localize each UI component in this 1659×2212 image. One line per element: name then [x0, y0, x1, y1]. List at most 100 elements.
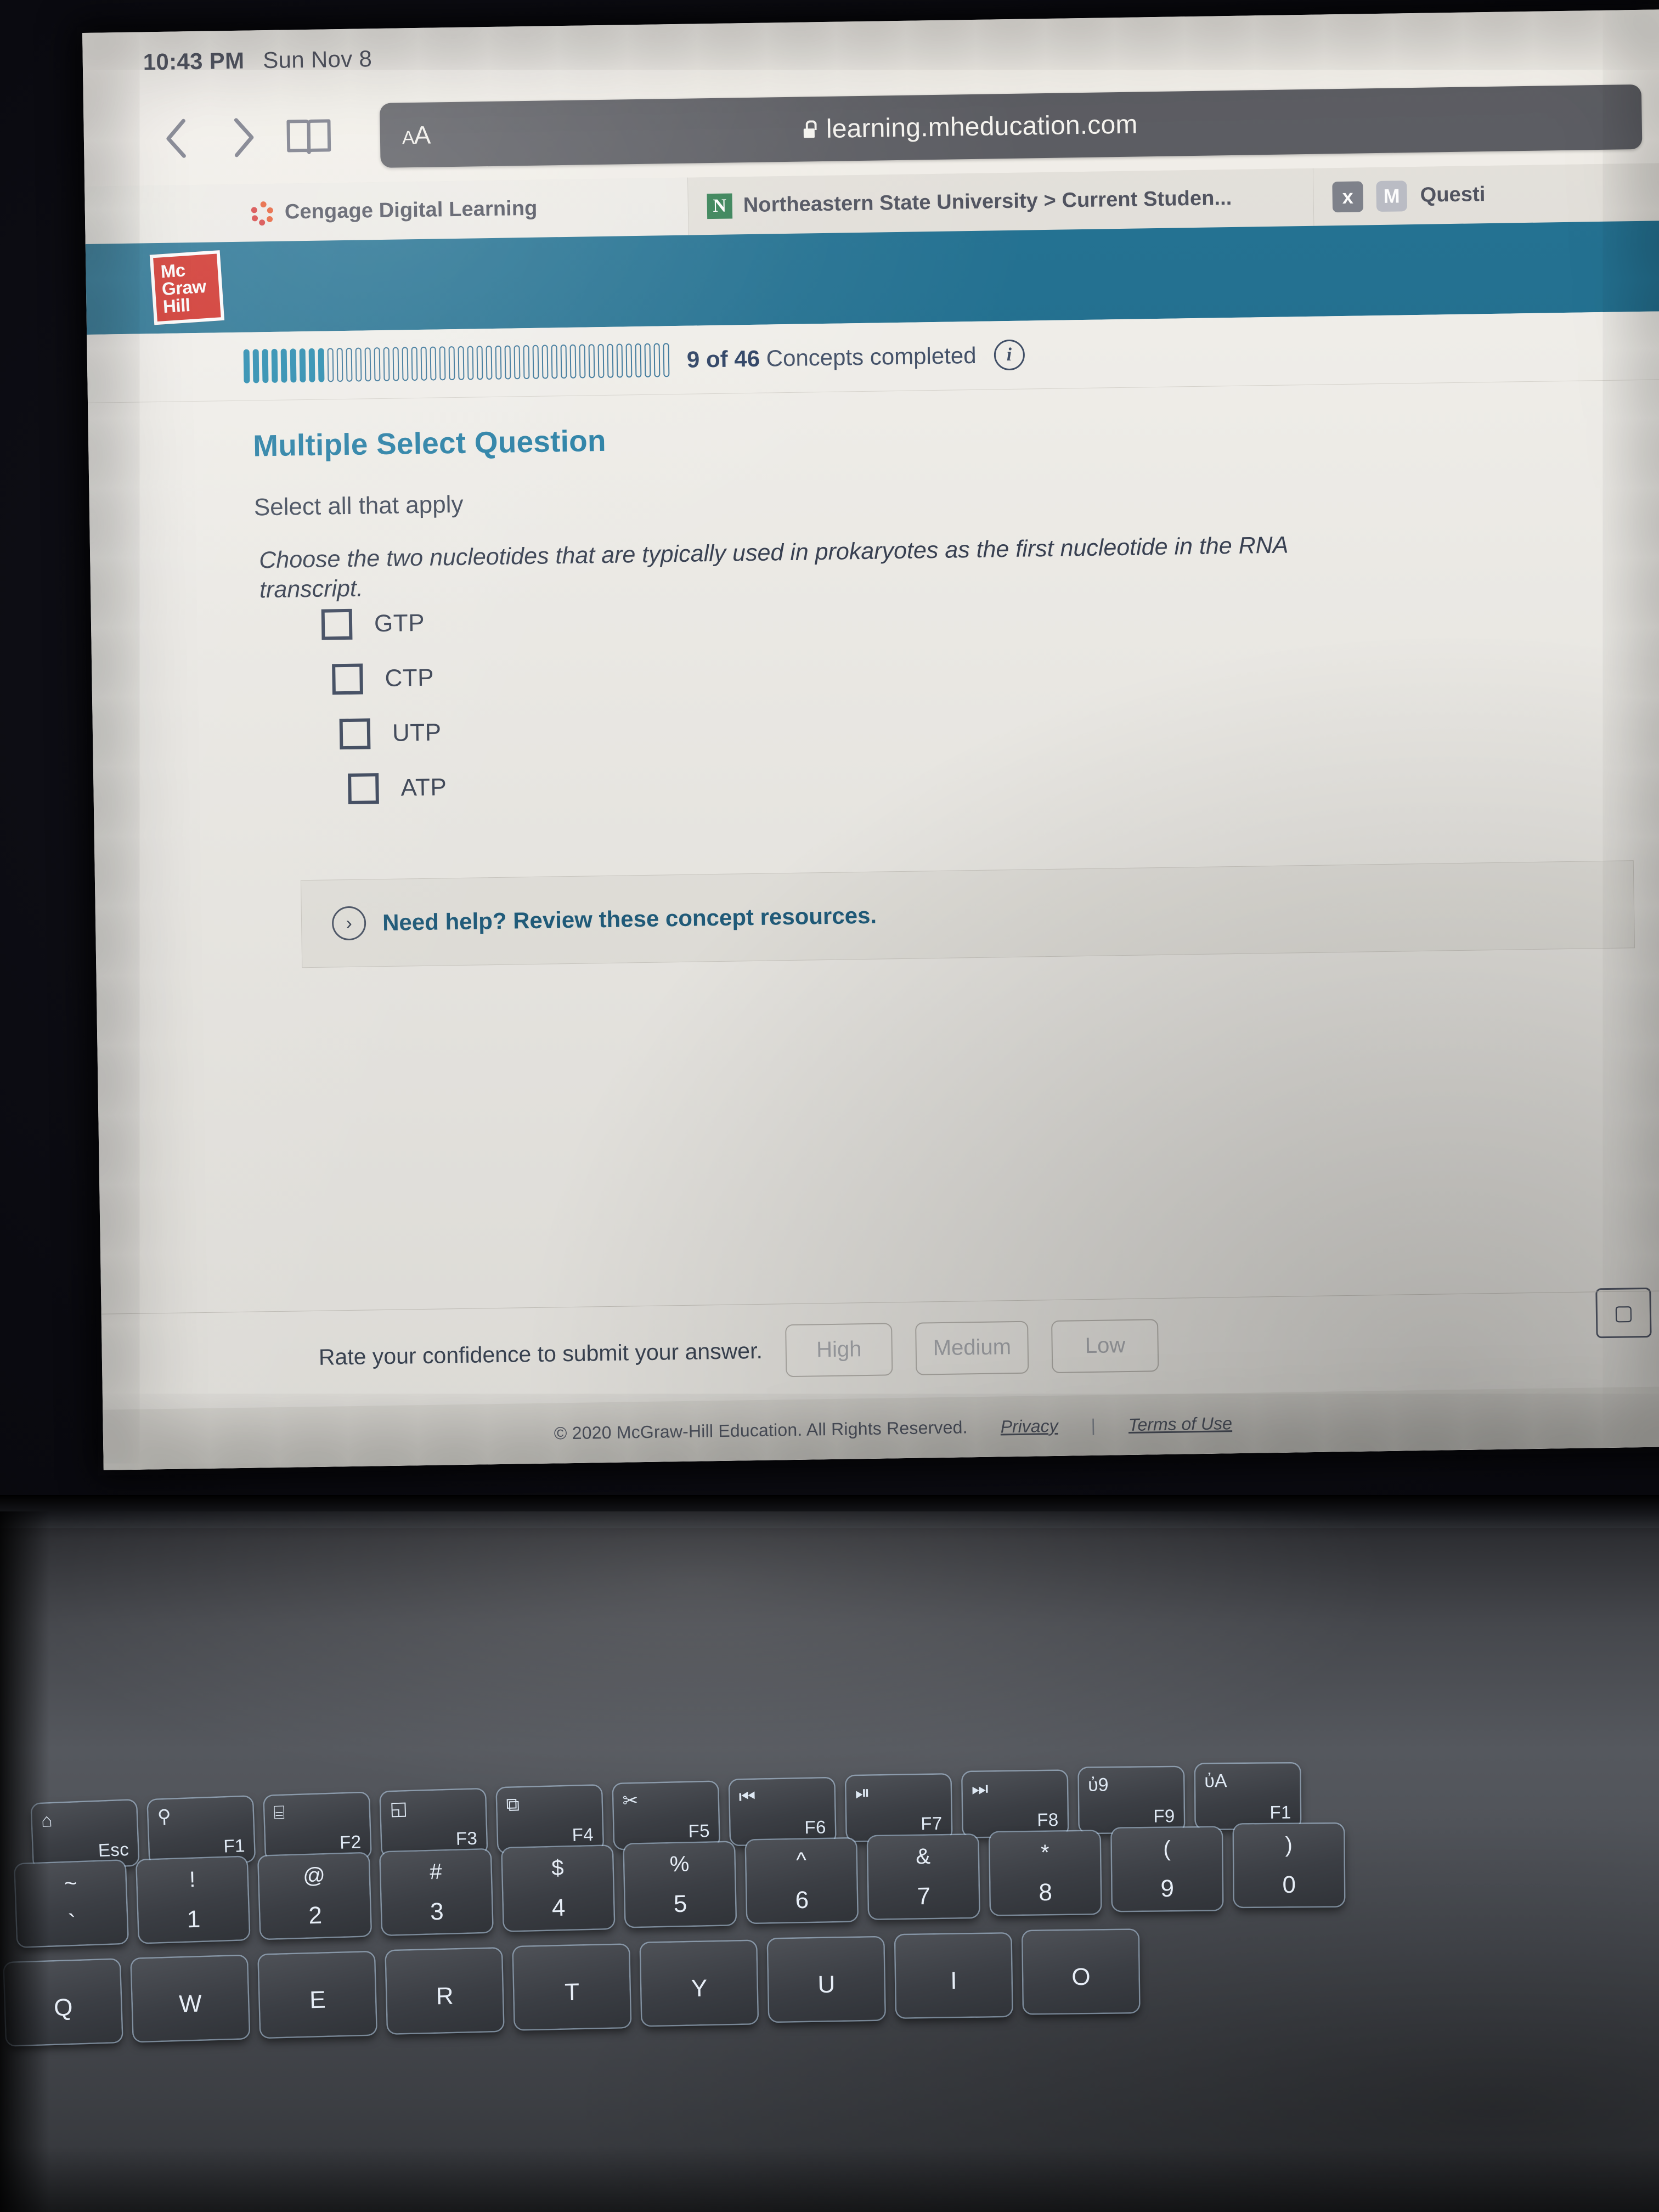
progress-tick-empty — [514, 345, 521, 380]
progress-tick-empty — [597, 343, 605, 379]
key-shift-label: & — [915, 1844, 931, 1869]
key-6[interactable]: ^ 6 — [746, 1838, 857, 1923]
key-shift-label: ! — [189, 1867, 196, 1892]
key-w[interactable]: W — [131, 1955, 249, 2042]
address-bar[interactable]: AA learning.mheducation.com — [379, 84, 1643, 168]
tab-northeastern[interactable]: N Northeastern State University > Curren… — [688, 168, 1314, 235]
key-f4[interactable]: ⧉ F4 — [496, 1785, 603, 1853]
privacy-link[interactable]: Privacy — [1000, 1415, 1058, 1437]
checkbox-utp[interactable] — [339, 718, 371, 750]
progress-tick-empty — [392, 347, 399, 381]
info-circle-icon[interactable]: i — [994, 339, 1025, 371]
key-label: 1 — [186, 1905, 201, 1933]
progress-tick-empty — [346, 347, 353, 382]
key-u[interactable]: U — [768, 1937, 885, 2022]
key-3[interactable]: #3 — [380, 1849, 493, 1935]
progress-tick-empty — [495, 345, 502, 380]
key-0[interactable]: ) 0 — [1233, 1824, 1345, 1907]
checkbox-atp[interactable] — [348, 773, 379, 804]
status-bar-date: Sun Nov 8 — [262, 46, 373, 74]
lock-icon — [802, 120, 816, 138]
key-f1[interactable]: ὐA F1 — [1195, 1763, 1300, 1829]
key-f5[interactable]: ✂ F5 — [613, 1781, 719, 1849]
key-label: U — [817, 1971, 836, 1999]
key-shift-label: $ — [551, 1855, 565, 1881]
key-4[interactable]: $4 — [502, 1846, 614, 1931]
progress-tick-empty — [588, 344, 595, 379]
letter-key-row: Q W E R T Y U I O — [4, 1929, 1139, 2046]
play-pause-icon: ⏯ — [855, 1782, 871, 1804]
confidence-low-button[interactable]: Low — [1051, 1318, 1159, 1373]
tab-cengage[interactable]: Cengage Digital Learning — [84, 177, 689, 244]
progress-tick-empty — [644, 343, 651, 377]
key-label: 6 — [795, 1886, 809, 1914]
key-e[interactable]: E — [258, 1952, 376, 2038]
tab-question[interactable]: x M Questi — [1313, 163, 1659, 226]
progress-tick-complete — [290, 348, 297, 383]
mcgraw-m-icon: M — [1376, 180, 1408, 212]
key-f7[interactable]: ⏯ F7 — [846, 1774, 952, 1841]
answer-option[interactable]: GTP — [321, 595, 444, 652]
key-f1[interactable]: ⚲ F1 — [148, 1796, 255, 1865]
key-5[interactable]: % 5 — [624, 1842, 736, 1927]
key-shift-label: ^ — [795, 1848, 807, 1873]
checkbox-gtp[interactable] — [321, 608, 353, 640]
copyright-text: © 2020 McGraw-Hill Education. All Rights… — [554, 1417, 968, 1443]
page-settings-button[interactable]: AA — [402, 120, 431, 150]
key-f8[interactable]: ⏭ F8 — [962, 1770, 1068, 1837]
concept-resources-panel[interactable]: › Need help? Review these concept resour… — [300, 860, 1635, 968]
mcgraw-hill-logo[interactable]: Mc Graw Hill — [149, 250, 225, 325]
key-1[interactable]: ! 1 — [137, 1857, 250, 1943]
progress-tick-empty — [569, 344, 577, 379]
key-label: E — [309, 1986, 326, 2014]
bookmarks-button[interactable] — [275, 114, 342, 159]
key-7[interactable]: & 7 — [868, 1835, 979, 1919]
northeastern-n-icon: N — [707, 193, 733, 219]
progress-tick-empty — [653, 343, 661, 377]
progress-tick-empty — [383, 347, 390, 381]
forward-button[interactable] — [210, 115, 276, 160]
progress-tick-complete — [318, 348, 325, 382]
question-prompt: Choose the two nucleotides that are typi… — [258, 532, 1288, 603]
key-label: 3 — [430, 1898, 444, 1926]
answer-option[interactable]: UTP — [339, 705, 446, 761]
progress-tick-empty — [616, 343, 623, 378]
back-button[interactable] — [144, 116, 210, 161]
key-o[interactable]: O — [1023, 1929, 1139, 2014]
progress-tick-empty — [541, 345, 549, 379]
key-r[interactable]: R — [386, 1948, 504, 2034]
confidence-medium-button[interactable]: Medium — [915, 1321, 1029, 1375]
key-8[interactable]: * 8 — [990, 1831, 1101, 1915]
key-9[interactable]: (9 — [1111, 1827, 1223, 1911]
key-2[interactable]: @2 — [258, 1853, 371, 1939]
key-label: 8 — [1039, 1878, 1053, 1906]
laptop-screen-area: 10:43 PM Sun Nov 8 AA learning.mheducati… — [82, 9, 1659, 1492]
key-f3[interactable]: ◱ F3 — [380, 1789, 487, 1857]
confidence-high-button[interactable]: High — [785, 1322, 893, 1377]
help-link-label: Need help? Review these concept resource… — [382, 902, 877, 936]
key-f6[interactable]: ⏮ F6 — [730, 1778, 836, 1845]
key-f2[interactable]: ⌸ F2 — [264, 1792, 371, 1861]
key-f9[interactable]: ὐ9 F9 — [1079, 1767, 1184, 1833]
key-label: R — [436, 1982, 454, 2010]
key-label: 7 — [917, 1882, 931, 1910]
chevron-right-circle-icon[interactable]: › — [331, 906, 366, 941]
answer-option[interactable]: ATP — [348, 760, 447, 816]
content-area: 9 of 46 Concepts completed i Multiple Se… — [87, 311, 1659, 1470]
key-i[interactable]: I — [895, 1933, 1012, 2018]
answer-option-label: ATP — [400, 774, 447, 802]
key-label: 9 — [1160, 1875, 1175, 1903]
close-icon[interactable]: x — [1332, 180, 1364, 212]
url-display[interactable]: learning.mheducation.com — [802, 108, 1220, 144]
progress-tick-empty — [523, 345, 530, 380]
checkbox-ctp[interactable] — [332, 663, 363, 695]
key-label: 5 — [673, 1890, 687, 1918]
terms-link[interactable]: Terms of Use — [1128, 1413, 1233, 1435]
url-text: learning.mheducation.com — [826, 109, 1138, 144]
key-y[interactable]: Y — [640, 1941, 758, 2026]
progress-tick-complete — [271, 348, 278, 383]
tab-label: Questi — [1420, 183, 1486, 207]
key-t[interactable]: T — [513, 1944, 630, 2030]
volume-up-icon: ὐA — [1204, 1770, 1227, 1792]
answer-option[interactable]: CTP — [332, 650, 445, 707]
